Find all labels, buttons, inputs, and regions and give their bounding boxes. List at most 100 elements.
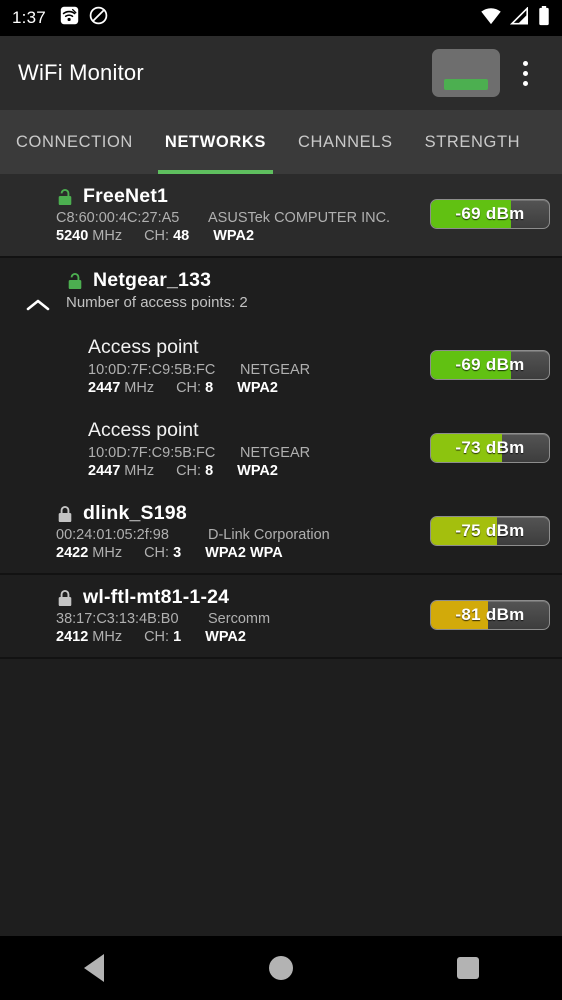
vendor-value: D-Link Corporation [208,527,330,543]
app-window: 1:37 WiFi Monitor CONNECTION NETWORKS CH… [0,0,562,1000]
frequency-group: 2412 MHz [56,629,122,645]
network-details: Access point 10:0D:7F:C9:5B:FC NETGEAR 2447… [88,419,426,479]
app-toolbar: WiFi Monitor [0,36,562,110]
wifi-on-indicator-icon [444,79,488,90]
signal-strength-badge: -69 dBm [430,199,550,229]
signal-strength-badge: -73 dBm [430,433,550,463]
cell-signal-icon [509,5,530,30]
network-details: FreeNet1 C8:60:00:4C:27:A5 ASUSTek COMPUTE… [56,185,426,244]
network-group-row[interactable]: Netgear_133 Number of access points: 2 [0,258,562,325]
group-expand-toggle[interactable] [10,269,66,313]
lock-open-icon [66,270,84,291]
networks-list[interactable]: FreeNet1 C8:60:00:4C:27:A5 ASUSTek COMPUTE… [0,174,562,936]
network-row[interactable]: FreeNet1 C8:60:00:4C:27:A5 ASUSTek COMPUTE… [0,174,562,256]
wifi-analyzer-icon [60,6,79,30]
tab-strength[interactable]: STRENGTH [409,110,537,174]
signal-strength-badge: -81 dBm [430,600,550,630]
channel-group: CH: 8 [176,380,213,396]
security-value: WPA2 [213,228,255,244]
bssid-value: 38:17:C3:13:4B:B0 [56,611,179,627]
signal-badge-container: -73 dBm [426,419,552,463]
access-point-title: Access point [88,336,199,358]
channel-label: CH: [144,545,170,561]
signal-strength-label: -81 dBm [455,605,525,624]
access-point-count: Number of access points: 2 [66,294,248,311]
frequency-unit-label: MHz [92,629,123,645]
channel-group: CH: 8 [176,463,213,479]
overflow-menu-button[interactable] [506,49,544,97]
frequency-channel-security-line: 2447 MHz CH: 8 WPA2 [88,463,426,479]
frequency-group: 2447 MHz [88,463,154,479]
security-value: WPA2 [237,463,278,479]
battery-full-icon [538,5,550,31]
channel-group: CH: 48 [144,228,189,244]
frequency-group: 5240 MHz [56,228,122,244]
mac-vendor-line: 38:17:C3:13:4B:B0 Sercomm [56,611,426,627]
frequency-group: 2422 MHz [56,545,122,561]
back-triangle-icon [83,954,104,982]
group-details: Netgear_133 Number of access points: 2 [66,269,552,311]
frequency-unit-label: MHz [92,545,123,561]
channel-value: 8 [205,463,214,479]
tab-networks[interactable]: NETWORKS [149,110,282,174]
signal-badge-container: -75 dBm [426,502,552,546]
mac-vendor-line: 10:0D:7F:C9:5B:FC NETGEAR [88,445,426,461]
channel-group: CH: 1 [144,629,181,645]
network-ssid: FreeNet1 [83,185,169,207]
frequency-unit-label: MHz [124,463,155,479]
wifi-signal-icon [480,7,502,30]
access-point-row[interactable]: Access point 10:0D:7F:C9:5B:FC NETGEAR 2447… [0,408,562,491]
frequency-value: 2447 [88,380,121,396]
network-row[interactable]: dlink_S198 00:24:01:05:2f:98 D-Link Corpor… [0,491,562,573]
frequency-value: 5240 [56,228,89,244]
nav-home-button[interactable] [245,936,317,1000]
security-value: WPA2 [237,380,278,396]
status-bar-system-icons [480,5,550,31]
network-title-line: wl-ftl-mt81-1-24 [56,586,426,609]
network-ssid: Netgear_133 [93,269,212,291]
access-point-row[interactable]: Access point 10:0D:7F:C9:5B:FC NETGEAR 2447… [0,325,562,408]
frequency-value: 2422 [56,545,89,561]
nav-recents-button[interactable] [432,936,504,1000]
wifi-enabled-toggle-button[interactable] [432,49,500,97]
nav-back-button[interactable] [58,936,130,1000]
network-ssid: wl-ftl-mt81-1-24 [83,586,230,608]
vendor-value: NETGEAR [240,362,311,378]
toolbar-actions [432,49,544,97]
channel-label: CH: [176,380,202,396]
chevron-up-icon [26,299,50,311]
network-row[interactable]: wl-ftl-mt81-1-24 38:17:C3:13:4B:B0 Sercomm… [0,575,562,657]
frequency-unit-label: MHz [124,380,155,396]
tab-connection[interactable]: CONNECTION [0,110,149,174]
mac-vendor-line: 00:24:01:05:2f:98 D-Link Corporation [56,527,426,543]
overflow-dot-icon [522,70,528,76]
channel-group: CH: 3 [144,545,181,561]
frequency-value: 2447 [88,463,121,479]
list-divider [0,657,562,659]
channel-value: 8 [205,380,214,396]
signal-strength-badge: -69 dBm [430,350,550,380]
vendor-value: Sercomm [208,611,271,627]
network-title-line: dlink_S198 [56,502,426,525]
frequency-channel-security-line: 2412 MHz CH: 1 WPA2 [56,629,426,645]
security-value: WPA2 [205,629,246,645]
vendor-value: ASUSTek COMPUTER INC. [208,210,391,226]
lock-open-icon [56,186,74,207]
android-status-bar: 1:37 [0,0,562,36]
channel-value: 1 [173,629,182,645]
signal-strength-label: -69 dBm [455,204,525,223]
mac-vendor-line: C8:60:00:4C:27:A5 ASUSTek COMPUTER INC. [56,210,426,226]
channel-label: CH: [144,228,170,244]
android-navigation-bar [0,936,562,1000]
recents-square-icon [457,957,480,979]
access-point-title: Access point [88,419,199,441]
security-value: WPA2 WPA [205,545,283,561]
tab-channels[interactable]: CHANNELS [282,110,409,174]
frequency-channel-security-line: 2447 MHz CH: 8 WPA2 [88,380,426,396]
home-circle-icon [268,956,293,980]
overflow-dot-icon [522,80,528,86]
bssid-value: 00:24:01:05:2f:98 [56,527,169,543]
page-title: WiFi Monitor [18,60,144,85]
frequency-channel-security-line: 2422 MHz CH: 3 WPA2 WPA [56,545,426,561]
status-bar-clock: 1:37 [12,8,46,27]
